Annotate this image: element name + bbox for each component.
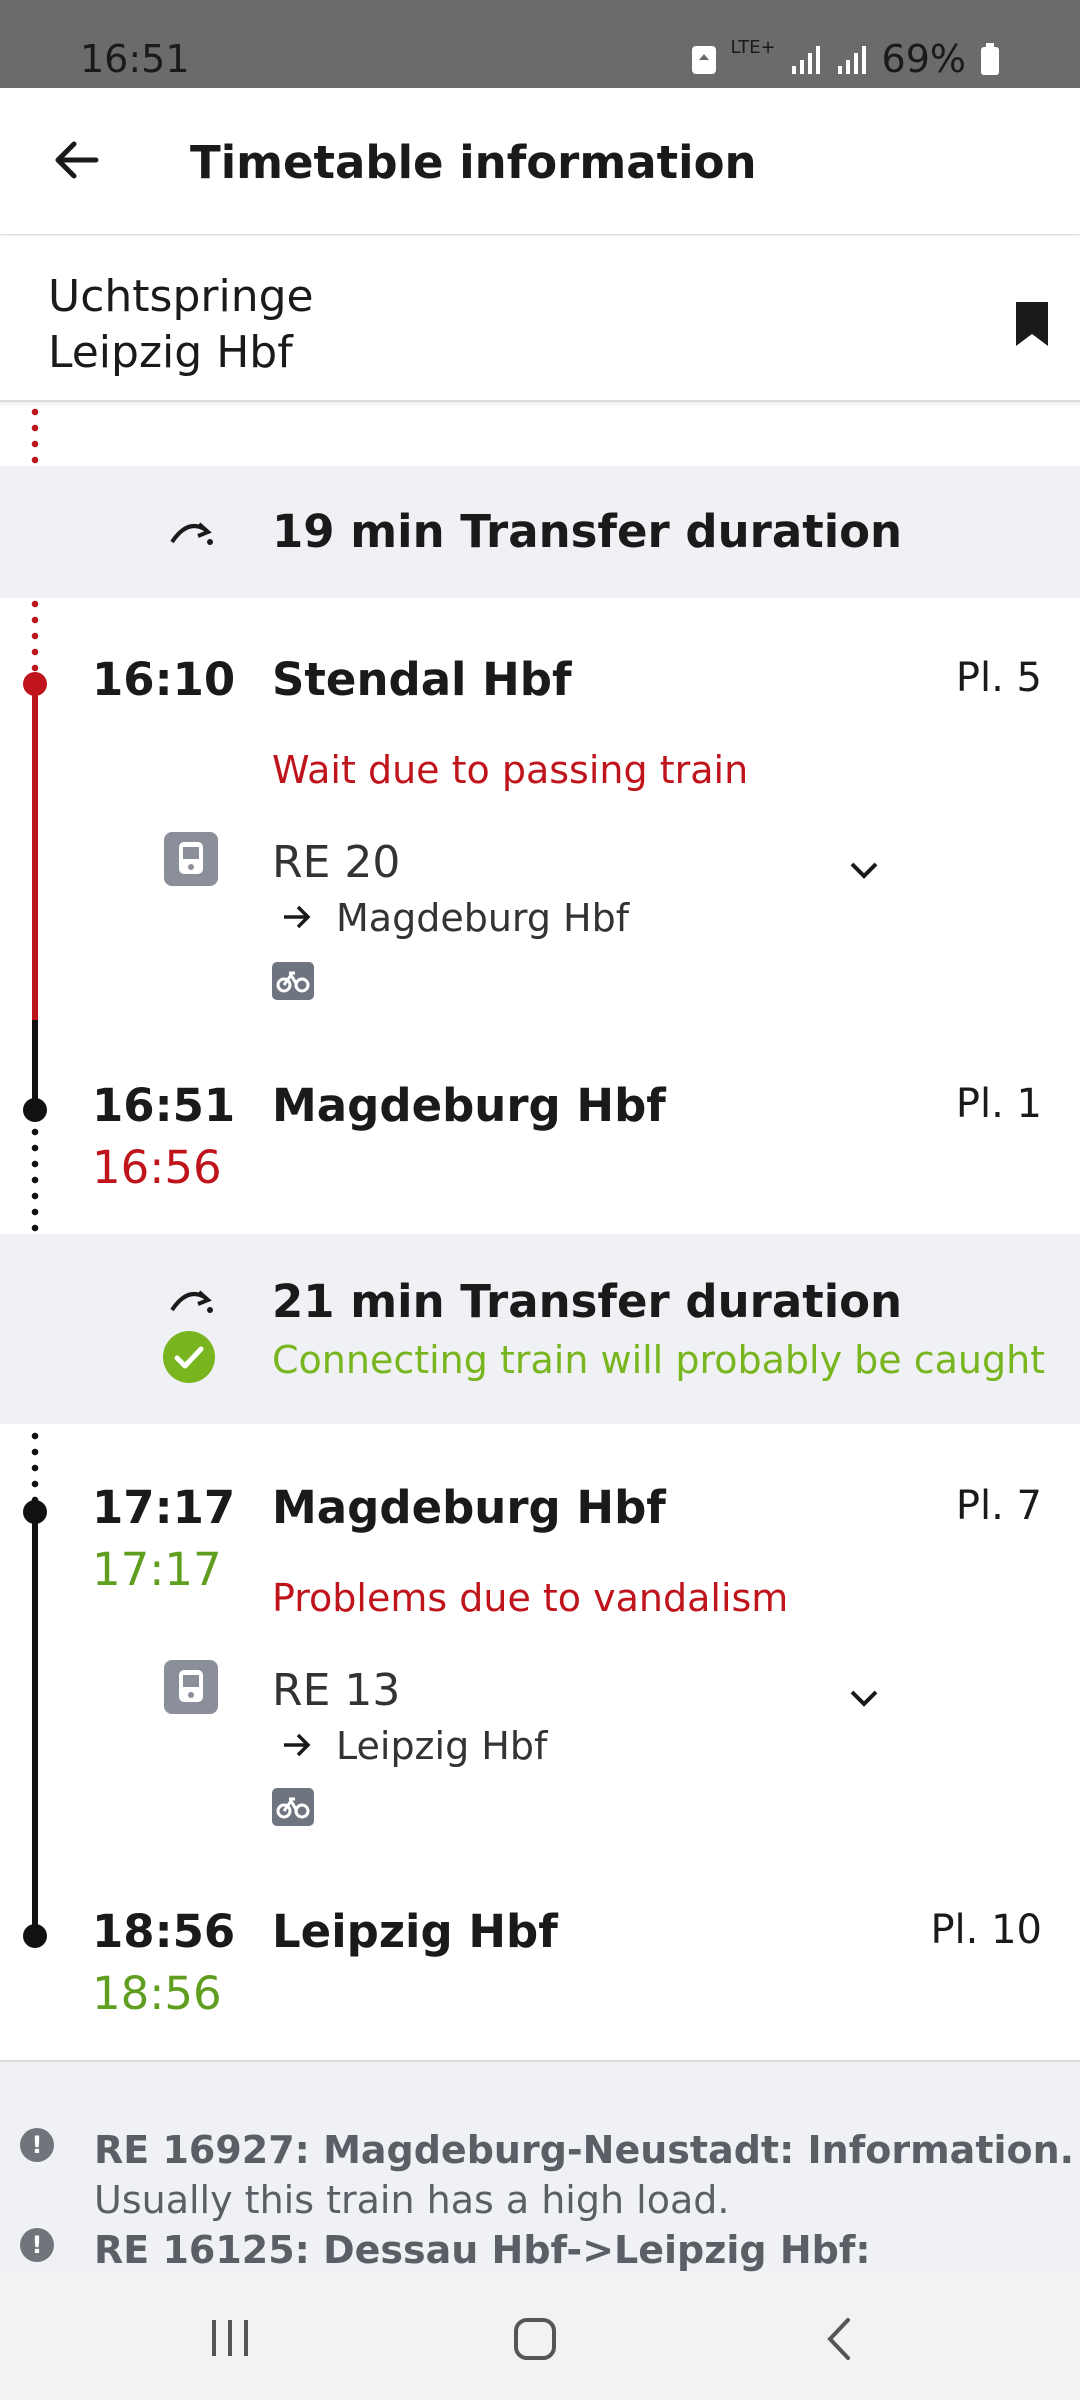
network-type-label: LTE+ [730,37,776,58]
chevron-down-icon[interactable] [842,848,886,892]
disruption-message: Problems due to vandalism [272,1576,789,1620]
info-alert-icon: ! [20,2228,54,2262]
arrival-time: 16:51 [92,1079,236,1132]
recycle-notification-icon [691,46,716,74]
page-title: Timetable information [190,136,757,189]
timeline-train-segment [32,684,38,1024]
train-glyph-icon [179,1670,203,1702]
info-alert-icon: ! [20,2128,54,2162]
arrow-right-icon [284,1733,311,1757]
signal-icon [791,46,820,74]
home-icon[interactable] [512,2316,558,2362]
recent-apps-icon[interactable] [208,2316,252,2360]
transfer-duration: 21 min Transfer duration [272,1275,903,1328]
connection-status: Connecting train will probably be caught [272,1338,1046,1382]
platform-label: Pl. 5 [955,655,1042,701]
departure-time-actual: 17:17 [92,1543,222,1596]
notice-text: Usually this train has a high load. [94,2178,730,2222]
transfer-arrow-icon [170,1290,213,1313]
bicycle-icon [272,1788,314,1826]
platform-label: Pl. 1 [955,1081,1042,1127]
station-name[interactable]: Stendal Hbf [272,652,572,708]
route-origin: Uchtspringe [48,271,314,322]
departure-time: 17:17 [92,1481,236,1534]
arrival-time: 18:56 [92,1905,236,1958]
route-destination: Leipzig Hbf [48,327,293,378]
train-line[interactable]: RE 13 [272,1664,400,1718]
check-circle-icon [163,1331,215,1383]
timeline-stop-dot [23,1098,47,1122]
status-time: 16:51 [80,37,190,81]
platform-label: Pl. 7 [955,1483,1042,1529]
transfer-duration: 19 min Transfer duration [272,505,903,558]
battery-icon [981,43,999,75]
station-name[interactable]: Magdeburg Hbf [272,1480,666,1536]
train-glyph-icon [179,842,203,874]
departure-time: 16:10 [92,653,236,706]
train-destination: Magdeburg Hbf [336,896,630,940]
bicycle-icon [272,962,314,1000]
status-icons: LTE+ 69% [691,34,1000,84]
arrow-right-icon [284,905,311,929]
timeline-stop-dot [23,1924,47,1948]
platform-label: Pl. 10 [930,1907,1042,1953]
chevron-down-icon[interactable] [842,1676,886,1720]
bookmark-icon[interactable] [1012,300,1052,348]
station-name[interactable]: Magdeburg Hbf [272,1078,666,1134]
train-destination: Leipzig Hbf [336,1724,548,1768]
train-icon [164,1660,218,1714]
back-nav-icon[interactable] [818,2314,858,2364]
transfer-arrow-icon [170,522,213,545]
train-line[interactable]: RE 20 [272,836,400,890]
timeline-stop-dot [23,672,47,696]
back-arrow-icon[interactable] [46,130,106,190]
timeline-stop-dot [23,1500,47,1524]
station-name[interactable]: Leipzig Hbf [272,1904,558,1960]
train-icon [164,832,218,886]
notice-title[interactable]: RE 16927: Magdeburg-Neustadt: Informatio… [94,2126,1074,2174]
timeline-train-segment [32,1020,38,1110]
timeline-train-segment [32,1512,38,1936]
arrival-time-actual: 16:56 [92,1141,222,1194]
disruption-message: Wait due to passing train [272,748,749,792]
signal-icon-2 [837,46,866,74]
battery-percent: 69% [881,37,966,81]
arrival-time-actual: 18:56 [92,1967,222,2020]
notice-title[interactable]: RE 16125: Dessau Hbf->Leipzig Hbf: [94,2226,871,2274]
